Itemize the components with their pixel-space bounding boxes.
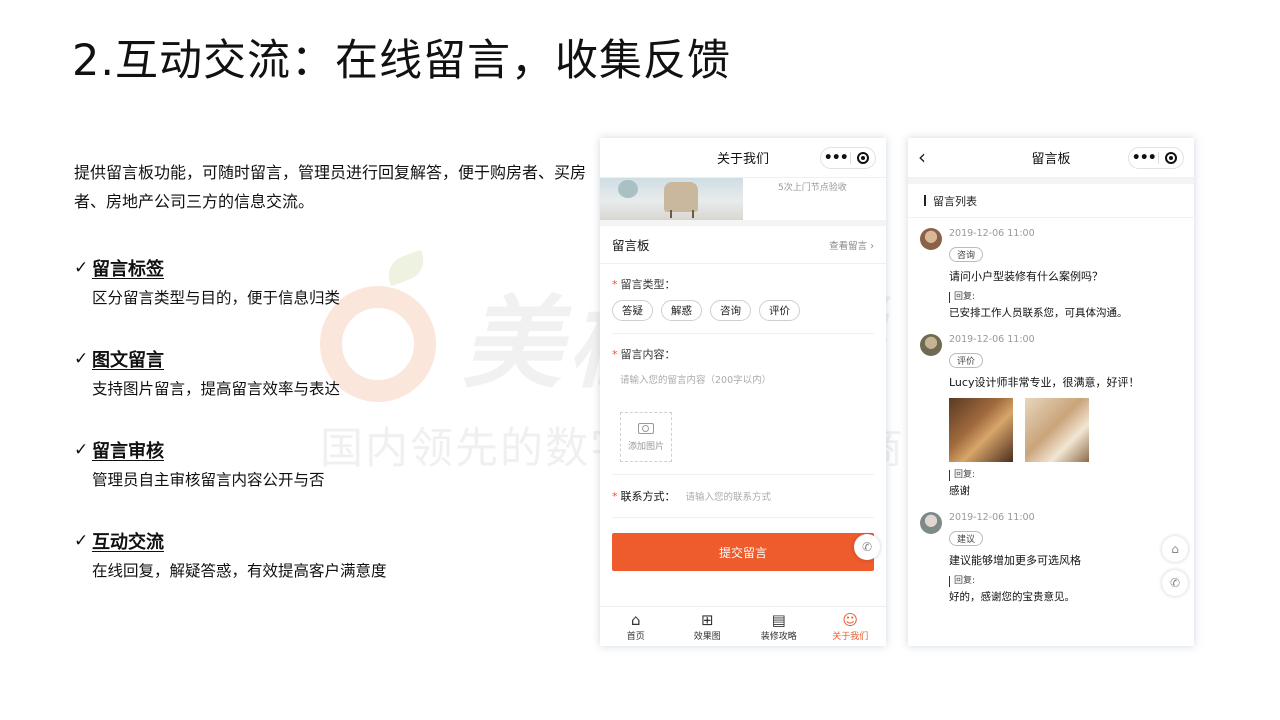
- message-content: 请问小户型装修有什么案例吗？: [949, 270, 1103, 283]
- message-tag: 建议: [949, 531, 984, 546]
- feature-item: ✓ 互动交流 在线回复，解疑答惑，有效提高客户满意度: [74, 527, 387, 618]
- reply-text: 好的，感谢您的宝贵意见。: [949, 591, 1075, 603]
- message-time: 2019-12-06 11:00: [949, 512, 1035, 523]
- avatar: [920, 228, 942, 250]
- type-chip[interactable]: 咨询: [710, 300, 751, 321]
- content-input[interactable]: 请输入您的留言内容（200字以内）: [600, 372, 886, 386]
- type-chip[interactable]: 解惑: [661, 300, 702, 321]
- nav-bar: ‹ 留言板 •••: [908, 138, 1194, 178]
- tab-about[interactable]: ☺ 关于我们: [815, 607, 887, 646]
- nav-title: 关于我们: [716, 152, 769, 167]
- message-tag: 咨询: [949, 247, 984, 262]
- content-label: * 留言内容：: [612, 348, 676, 361]
- more-icon[interactable]: •••: [1129, 148, 1158, 168]
- back-icon[interactable]: ‹: [918, 147, 926, 167]
- type-chips: 答疑 解惑 咨询 评价: [600, 292, 886, 321]
- submit-button[interactable]: 提交留言: [612, 533, 874, 571]
- users-icon: ☺: [842, 611, 859, 629]
- contact-label: 联系方式：: [620, 490, 676, 503]
- tab-gallery[interactable]: ⊞ 效果图: [672, 607, 744, 646]
- board-title: 留言板: [612, 238, 650, 253]
- phone-message-list: ‹ 留言板 ••• 留言列表 2019-12-06 11:00 咨询 请问小户型…: [908, 138, 1194, 646]
- message-images: [949, 398, 1194, 462]
- view-messages-link[interactable]: 查看留言 ›: [829, 238, 874, 252]
- feature-desc: 支持图片留言，提高留言效率与表达: [92, 380, 341, 398]
- reply-label: 回复:: [949, 576, 1194, 587]
- check-icon: ✓: [74, 258, 89, 278]
- phone-call-icon[interactable]: ✆: [1162, 570, 1188, 596]
- camera-icon: [638, 422, 654, 434]
- tab-home[interactable]: ⌂ 首页: [600, 607, 672, 646]
- more-icon[interactable]: •••: [821, 148, 850, 168]
- reply-text: 感谢: [949, 485, 970, 497]
- message-item: 2019-12-06 11:00 咨询 请问小户型装修有什么案例吗？ 回复: 已…: [908, 228, 1194, 320]
- message-content: Lucy设计师非常专业，很满意，好评！: [949, 376, 1140, 389]
- nav-bar: 关于我们 •••: [600, 138, 886, 178]
- type-chip[interactable]: 评价: [759, 300, 800, 321]
- feature-name: 图文留言: [92, 350, 164, 371]
- avatar: [920, 334, 942, 356]
- board-header: 留言板 查看留言 ›: [600, 226, 886, 264]
- banner: 5次上门节点验收: [600, 178, 886, 226]
- reply-label: 回复:: [949, 470, 1194, 481]
- tab-bar: ⌂ 首页 ⊞ 效果图 ▤ 装修攻略 ☺ 关于我们: [600, 606, 886, 646]
- document-icon: ▤: [771, 611, 786, 629]
- feature-desc: 区分留言类型与目的，便于信息归类: [92, 289, 341, 307]
- banner-text: 5次上门节点验收: [778, 183, 847, 193]
- mini-program-capsule: •••: [1128, 147, 1184, 169]
- mini-program-capsule: •••: [820, 147, 876, 169]
- message-tag: 评价: [949, 353, 984, 368]
- banner-image: [600, 178, 743, 220]
- close-target-icon[interactable]: [851, 152, 875, 164]
- list-header: 留言列表: [908, 178, 1194, 218]
- contact-input[interactable]: 请输入您的联系方式: [686, 489, 772, 503]
- close-target-icon[interactable]: [1159, 152, 1183, 164]
- list-title: 留言列表: [933, 194, 977, 208]
- reply-text: 已安排工作人员联系您，可具体沟通。: [949, 307, 1128, 319]
- feature-name: 留言标签: [92, 259, 164, 280]
- nav-title: 留言板: [1031, 152, 1071, 167]
- grid-icon: ⊞: [700, 611, 714, 629]
- message-content: 建议能够增加更多可选风格: [949, 554, 1081, 567]
- type-label: * 留言类型：: [612, 278, 676, 291]
- check-icon: ✓: [74, 349, 89, 369]
- feature-item: ✓ 留言标签 区分留言类型与目的，便于信息归类: [74, 254, 387, 345]
- home-float-icon[interactable]: ⌂: [1162, 536, 1188, 562]
- phone-message-form: 关于我们 ••• 5次上门节点验收 留言板 查看留言 › * 留言类型： 答疑 解…: [600, 138, 886, 646]
- contact-field: * 联系方式： 请输入您的联系方式: [612, 489, 772, 504]
- type-chip[interactable]: 答疑: [612, 300, 653, 321]
- intro-text: 提供留言板功能，可随时留言，管理员进行回复解答，便于购房者、买房者、房地产公司三…: [74, 163, 587, 211]
- feature-list: ✓ 留言标签 区分留言类型与目的，便于信息归类 ✓ 图文留言 支持图片留言，提高留言…: [74, 254, 387, 618]
- feature-name: 留言审核: [92, 441, 164, 462]
- feature-name: 互动交流: [92, 532, 164, 553]
- phone-call-icon[interactable]: ✆: [854, 534, 880, 560]
- feature-desc: 在线回复，解疑答惑，有效提高客户满意度: [92, 562, 387, 580]
- message-image[interactable]: [949, 398, 1013, 462]
- add-image-button[interactable]: 添加图片: [620, 412, 672, 462]
- home-icon: ⌂: [630, 611, 641, 629]
- chevron-right-icon: ›: [870, 240, 874, 252]
- message-item: 2019-12-06 11:00 评价 Lucy设计师非常专业，很满意，好评！ …: [908, 334, 1194, 498]
- check-icon: ✓: [74, 440, 89, 460]
- reply-label: 回复:: [949, 292, 1194, 303]
- feature-desc: 管理员自主审核留言内容公开与否: [92, 471, 325, 489]
- message-time: 2019-12-06 11:00: [949, 228, 1035, 239]
- message-time: 2019-12-06 11:00: [949, 334, 1035, 345]
- check-icon: ✓: [74, 531, 89, 551]
- avatar: [920, 512, 942, 534]
- slide-title: 2.互动交流：在线留言，收集反馈: [72, 36, 732, 86]
- feature-item: ✓ 图文留言 支持图片留言，提高留言效率与表达: [74, 345, 387, 436]
- tab-guide[interactable]: ▤ 装修攻略: [743, 607, 815, 646]
- message-item: 2019-12-06 11:00 建议 建议能够增加更多可选风格 回复: 好的，…: [908, 512, 1194, 604]
- message-image[interactable]: [1025, 398, 1089, 462]
- watermark-leaf-icon: [383, 249, 429, 287]
- feature-item: ✓ 留言审核 管理员自主审核留言内容公开与否: [74, 436, 387, 527]
